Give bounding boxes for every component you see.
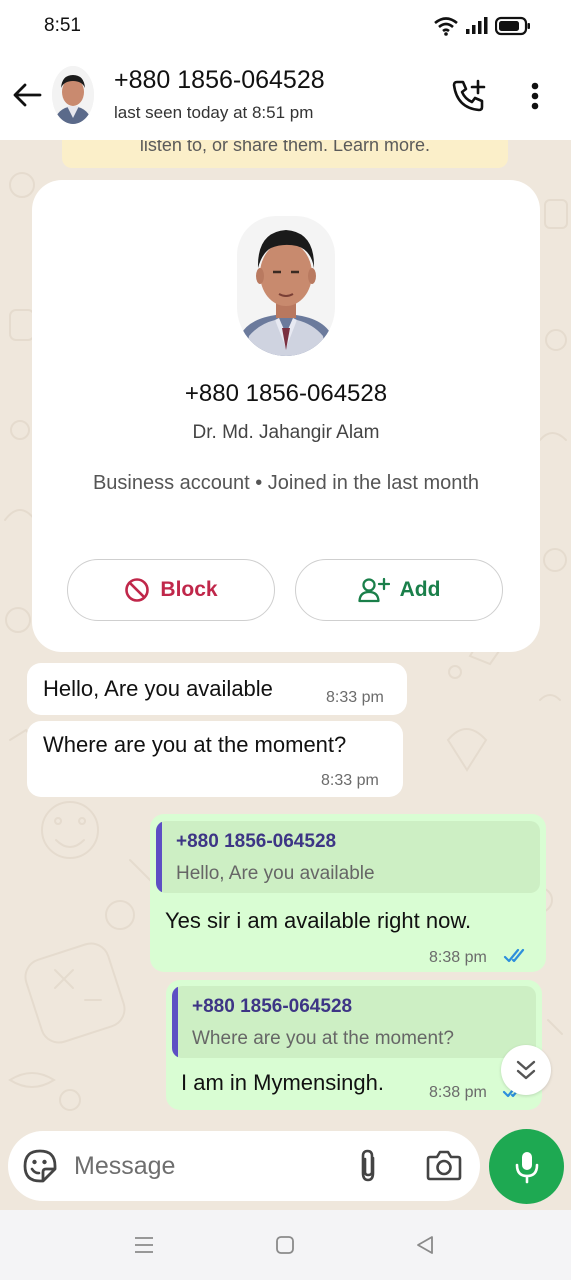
camera-icon bbox=[426, 1150, 462, 1181]
message-input[interactable] bbox=[74, 1145, 344, 1187]
quote-bar bbox=[156, 821, 162, 893]
quoted-sender: +880 1856-064528 bbox=[176, 831, 337, 852]
nav-back-button[interactable] bbox=[412, 1232, 438, 1258]
quoted-text: Where are you at the moment? bbox=[192, 1028, 454, 1049]
contact-profile-photo[interactable] bbox=[237, 216, 335, 356]
status-icons bbox=[433, 16, 531, 36]
add-contact-button[interactable]: Add bbox=[295, 559, 503, 621]
double-chevron-down-icon bbox=[516, 1060, 536, 1080]
message-text: Hello, Are you available bbox=[43, 676, 273, 701]
avatar[interactable] bbox=[52, 66, 94, 124]
attach-icon bbox=[361, 1149, 375, 1182]
message-time: 8:33 pm bbox=[326, 689, 384, 706]
sticker-icon bbox=[23, 1149, 57, 1183]
block-label: Block bbox=[160, 578, 218, 601]
card-account-info: Business account • Joined in the last mo… bbox=[92, 472, 480, 494]
quoted-message[interactable]: +880 1856-064528 Hello, Are you availabl… bbox=[156, 821, 540, 893]
attach-button[interactable] bbox=[354, 1148, 384, 1184]
battery-icon bbox=[495, 16, 530, 36]
security-notice[interactable]: listen to, or share them. Learn more. bbox=[62, 140, 508, 168]
menu-button[interactable] bbox=[520, 76, 550, 116]
card-contact-name: Dr. Md. Jahangir Alam bbox=[192, 422, 380, 443]
message-text: I am in Mymensingh. bbox=[181, 1070, 384, 1095]
contact-photo bbox=[237, 216, 335, 356]
recents-icon bbox=[135, 1237, 153, 1253]
block-button[interactable]: Block bbox=[67, 559, 275, 621]
status-bar: 8:51 bbox=[0, 0, 571, 52]
voice-message-button[interactable] bbox=[489, 1129, 564, 1204]
signal-icon bbox=[466, 17, 488, 34]
incoming-message[interactable]: Hello, Are you available 8:33 pm bbox=[27, 663, 407, 715]
sticker-button[interactable] bbox=[22, 1148, 58, 1184]
incoming-message[interactable]: Where are you at the moment? 8:33 pm bbox=[27, 721, 403, 797]
message-text: Yes sir i am available right now. bbox=[165, 908, 472, 933]
read-receipt-icon bbox=[503, 948, 525, 963]
home-button[interactable] bbox=[272, 1232, 298, 1258]
contact-info-card: +880 1856-064528 Dr. Md. Jahangir Alam B… bbox=[32, 180, 540, 652]
home-icon bbox=[276, 1236, 294, 1254]
message-time: 8:38 pm bbox=[429, 949, 487, 966]
quoted-message[interactable]: +880 1856-064528 Where are you at the mo… bbox=[172, 986, 536, 1058]
scroll-to-bottom-button[interactable] bbox=[501, 1045, 551, 1095]
camera-button[interactable] bbox=[426, 1149, 462, 1183]
contact-photo bbox=[52, 66, 94, 124]
chat-header: +880 1856-064528 last seen today at 8:51… bbox=[0, 52, 571, 140]
wifi-icon bbox=[434, 17, 458, 36]
add-person-icon bbox=[357, 577, 390, 603]
message-time: 8:38 pm bbox=[429, 1084, 487, 1101]
system-nav-bar bbox=[0, 1210, 571, 1280]
add-call-button[interactable] bbox=[448, 78, 490, 114]
back-icon bbox=[417, 1236, 433, 1254]
contact-number[interactable]: +880 1856-064528 bbox=[114, 66, 325, 95]
mic-icon bbox=[515, 1151, 538, 1183]
recents-button[interactable] bbox=[131, 1232, 157, 1258]
more-vert-icon bbox=[531, 82, 539, 110]
message-text: Where are you at the moment? bbox=[43, 732, 347, 757]
message-time: 8:33 pm bbox=[321, 772, 379, 789]
card-contact-number: +880 1856-064528 bbox=[184, 380, 388, 407]
chat-area[interactable]: listen to, or share them. Learn more. +8… bbox=[0, 140, 571, 1210]
quoted-sender: +880 1856-064528 bbox=[192, 996, 353, 1017]
block-icon bbox=[125, 578, 150, 602]
add-call-icon bbox=[452, 79, 486, 112]
notice-text: listen to, or share them. Learn more. bbox=[139, 140, 431, 155]
add-label: Add bbox=[399, 578, 441, 601]
outgoing-message[interactable]: +880 1856-064528 Where are you at the mo… bbox=[166, 980, 542, 1110]
message-composer bbox=[8, 1131, 480, 1201]
back-button[interactable] bbox=[10, 78, 44, 112]
last-seen: last seen today at 8:51 pm bbox=[114, 103, 314, 122]
status-time: 8:51 bbox=[44, 15, 81, 36]
quote-bar bbox=[172, 986, 178, 1058]
quoted-text: Hello, Are you available bbox=[176, 863, 375, 884]
back-arrow-icon bbox=[13, 83, 42, 107]
outgoing-message[interactable]: +880 1856-064528 Hello, Are you availabl… bbox=[150, 814, 546, 972]
